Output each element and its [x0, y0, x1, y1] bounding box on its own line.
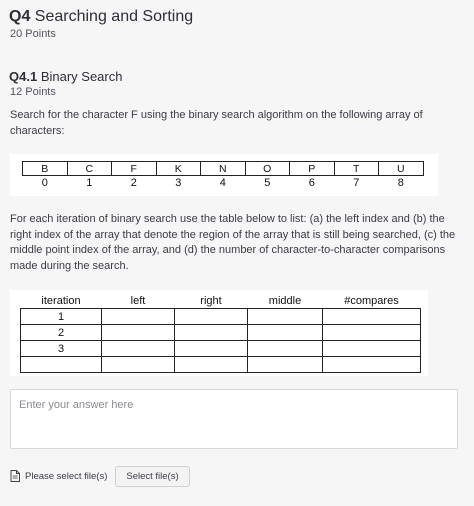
question-number: Q4	[9, 8, 31, 25]
array-index-cell: 1	[86, 177, 93, 189]
array-chars-row: B C F K N O P T U	[22, 161, 424, 176]
array-char-cell: P	[289, 161, 335, 176]
select-files-button[interactable]: Select file(s)	[115, 465, 190, 487]
table-cell	[101, 308, 175, 325]
subquestion-title: Q4.1 Binary Search	[9, 69, 122, 84]
table-cell	[174, 308, 248, 325]
table-cell	[322, 324, 421, 341]
column-header-iteration: iteration	[41, 295, 81, 307]
prompt-text-1: Search for the character F using the bin…	[10, 109, 423, 137]
array-index-cell: 2	[130, 177, 137, 189]
column-header-middle: middle	[268, 295, 302, 307]
table-cell: 2	[20, 324, 102, 341]
table-row	[20, 356, 421, 373]
table-cell: 1	[20, 308, 102, 325]
table-cell	[174, 324, 248, 341]
array-index-cell: 4	[219, 177, 226, 189]
array-char-cell: U	[378, 161, 424, 176]
table-cell	[101, 340, 175, 357]
array-figure: B C F K N O P T U 0 1 2 3 4 5 6 7 8	[10, 154, 438, 196]
table-cell	[247, 324, 323, 341]
iteration-table: iteration left right middle #compares 1 …	[20, 294, 421, 373]
question-title: Q4 Searching and Sorting	[9, 8, 193, 26]
array-index-cell: 7	[353, 177, 360, 189]
file-upload-row: Please select file(s) Select file(s)	[10, 465, 190, 487]
array-index-cell: 0	[41, 177, 48, 189]
table-cell	[101, 324, 175, 341]
array-table: B C F K N O P T U 0 1 2 3 4 5 6 7 8	[22, 161, 424, 190]
table-cell	[322, 356, 421, 373]
column-header-right: right	[200, 295, 222, 307]
array-index-cell: 8	[397, 177, 404, 189]
prompt-text-2: For each iteration of binary search use …	[10, 213, 456, 272]
table-cell	[322, 340, 421, 357]
array-index-cell: 5	[264, 177, 271, 189]
array-char-cell: O	[244, 161, 290, 176]
array-char-cell: C	[66, 161, 112, 176]
subquestion-number: Q4.1	[9, 69, 38, 84]
file-icon	[10, 470, 20, 482]
subquestion-title-text: Binary Search	[40, 69, 123, 84]
table-cell	[247, 356, 323, 373]
answer-placeholder: Enter your answer here	[19, 399, 134, 411]
table-cell	[174, 356, 248, 373]
array-char-cell: K	[155, 161, 201, 176]
table-cell	[174, 340, 248, 357]
table-cell	[20, 356, 102, 373]
array-index-cell: 6	[308, 177, 315, 189]
table-cell	[101, 356, 175, 373]
array-char-cell: F	[111, 161, 157, 176]
array-char-cell: T	[333, 161, 379, 176]
file-select-label: Please select file(s)	[25, 470, 108, 482]
table-cell: 3	[20, 340, 102, 357]
table-cell	[322, 308, 421, 325]
table-row: 3	[20, 340, 421, 357]
column-header-compares: #compares	[344, 295, 399, 307]
table-row: 1	[20, 308, 421, 325]
iteration-header-row: iteration left right middle #compares	[21, 294, 421, 309]
array-char-cell: B	[22, 161, 68, 176]
array-index-row: 0 1 2 3 4 5 6 7 8	[23, 176, 424, 191]
table-row: 2	[20, 324, 421, 341]
array-index-cell: 3	[175, 177, 182, 189]
array-char-cell: N	[200, 161, 246, 176]
question-title-text: Searching and Sorting	[34, 8, 194, 25]
question-points: 20 Points	[10, 28, 56, 40]
table-cell	[247, 340, 323, 357]
column-header-left: left	[130, 295, 146, 307]
subquestion-points: 12 Points	[10, 86, 56, 98]
iteration-figure: iteration left right middle #compares 1 …	[10, 290, 428, 376]
answer-input[interactable]: Enter your answer here	[10, 389, 458, 449]
table-cell	[247, 308, 323, 325]
